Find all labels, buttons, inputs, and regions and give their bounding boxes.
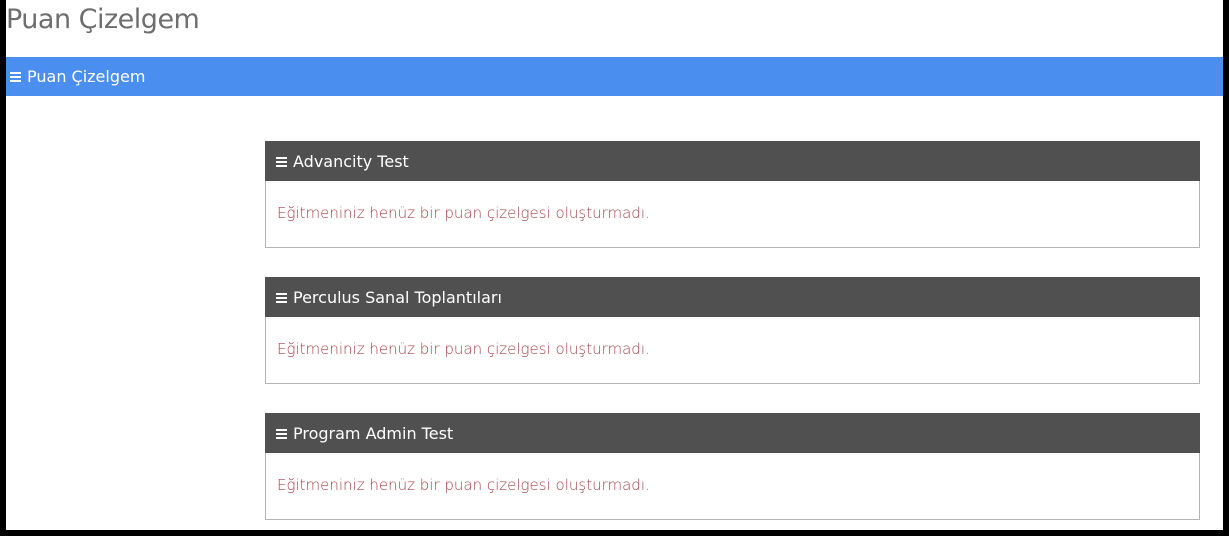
course-panel-body: Eğitmeniniz henüz bir puan çizelgesi olu… [266,317,1199,381]
menu-icon [276,292,287,303]
section-bar-label: Puan Çizelgem [27,67,146,86]
course-panel-title: Advancity Test [293,151,409,171]
course-panel-title: Perculus Sanal Toplantıları [293,287,502,307]
course-panel-program-admin-test: Program Admin Test Eğitmeniniz henüz bir… [265,413,1200,520]
menu-icon [276,156,287,167]
course-panel-header[interactable]: Program Admin Test [265,413,1200,453]
page-title: Puan Çizelgem [6,4,200,35]
empty-gradebook-message: Eğitmeniniz henüz bir puan çizelgesi olu… [277,204,650,222]
empty-gradebook-message: Eğitmeniniz henüz bir puan çizelgesi olu… [277,340,650,358]
gradebook-section-bar[interactable]: Puan Çizelgem [6,57,1223,96]
empty-gradebook-message: Eğitmeniniz henüz bir puan çizelgesi olu… [277,476,650,494]
course-panel-advancity-test: Advancity Test Eğitmeniniz henüz bir pua… [265,141,1200,248]
page-frame: Puan Çizelgem Puan Çizelgem Advancity Te… [6,0,1223,530]
course-panel-body: Eğitmeniniz henüz bir puan çizelgesi olu… [266,453,1199,517]
course-panel-body: Eğitmeniniz henüz bir puan çizelgesi olu… [266,181,1199,245]
course-panel-header[interactable]: Advancity Test [265,141,1200,181]
menu-icon [10,72,21,82]
course-panel-title: Program Admin Test [293,423,454,443]
course-panel-header[interactable]: Perculus Sanal Toplantıları [265,277,1200,317]
menu-icon [276,428,287,439]
course-panel-perculus-sanal-toplantilari: Perculus Sanal Toplantıları Eğitmeniniz … [265,277,1200,384]
